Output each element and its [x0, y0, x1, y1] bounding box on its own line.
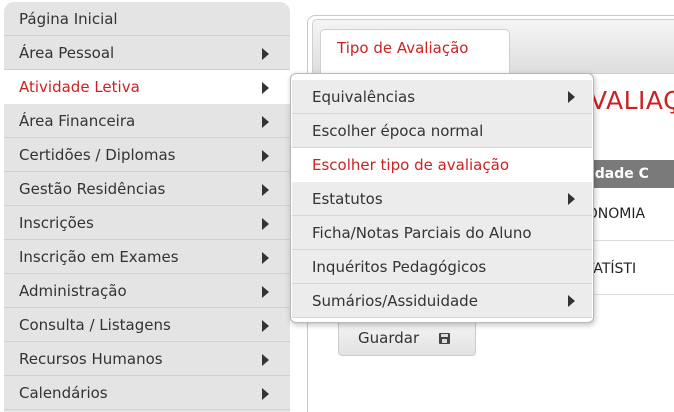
menu-item-certidoes-diplomas[interactable]: Certidões / Diplomas	[4, 138, 290, 172]
menu-item-label: Gestão Residências	[19, 180, 166, 198]
submenu-item-label: Sumários/Assiduidade	[312, 292, 478, 310]
menu-item-calendarios[interactable]: Calendários	[4, 376, 290, 410]
save-button[interactable]: Guardar	[338, 321, 476, 356]
page-heading: VALIAÇ	[590, 86, 674, 115]
chevron-right-icon	[568, 91, 575, 103]
floppy-disk-icon	[439, 333, 450, 344]
menu-item-label: Página Inicial	[19, 10, 118, 28]
submenu-item-sumarios[interactable]: Sumários/Assiduidade	[292, 284, 592, 318]
chevron-right-icon	[262, 116, 269, 128]
menu-item-area-financeira[interactable]: Área Financeira	[4, 104, 290, 138]
chevron-right-icon	[262, 286, 269, 298]
submenu-atividade-letiva: Equivalências Escolher época normal Esco…	[290, 73, 594, 323]
submenu-item-label: Escolher tipo de avaliação	[312, 156, 509, 174]
menu-item-label: Administração	[19, 282, 127, 300]
tab-tipo-de-avaliacao[interactable]: Tipo de Avaliação	[320, 29, 510, 75]
submenu-item-ficha-notas[interactable]: Ficha/Notas Parciais do Aluno	[292, 216, 592, 250]
submenu-item-escolher-epoca-normal[interactable]: Escolher época normal	[292, 114, 592, 148]
menu-item-inscricao-exames[interactable]: Inscrição em Exames	[4, 240, 290, 274]
chevron-right-icon	[568, 193, 575, 205]
chevron-right-icon	[262, 218, 269, 230]
chevron-right-icon	[262, 82, 269, 94]
main-menu: Página Inicial Área Pessoal Atividade Le…	[4, 2, 290, 412]
menu-item-recursos-humanos[interactable]: Recursos Humanos	[4, 342, 290, 376]
menu-item-label: Atividade Letiva	[19, 78, 140, 96]
menu-item-label: Certidões / Diplomas	[19, 146, 176, 164]
menu-item-gestao-residencias[interactable]: Gestão Residências	[4, 172, 290, 206]
menu-item-consulta-listagens[interactable]: Consulta / Listagens	[4, 308, 290, 342]
chevron-right-icon	[262, 252, 269, 264]
menu-item-area-pessoal[interactable]: Área Pessoal	[4, 36, 290, 70]
menu-item-label: Calendários	[19, 384, 108, 402]
submenu-item-equivalencias[interactable]: Equivalências	[292, 80, 592, 114]
menu-item-label: Consulta / Listagens	[19, 316, 171, 334]
menu-item-label: Área Financeira	[19, 112, 136, 130]
chevron-right-icon	[568, 295, 575, 307]
submenu-item-label: Inquéritos Pedagógicos	[312, 258, 487, 276]
chevron-right-icon	[262, 388, 269, 400]
menu-item-label: Inscrições	[19, 214, 94, 232]
chevron-right-icon	[262, 48, 269, 60]
save-button-label: Guardar	[358, 329, 420, 347]
menu-item-label: Área Pessoal	[19, 44, 115, 62]
menu-item-atividade-letiva[interactable]: Atividade Letiva	[4, 70, 290, 104]
chevron-right-icon	[262, 150, 269, 162]
menu-item-administracao[interactable]: Administração	[4, 274, 290, 308]
menu-item-inscricoes[interactable]: Inscrições	[4, 206, 290, 240]
menu-item-label: Recursos Humanos	[19, 350, 163, 368]
submenu-item-label: Escolher época normal	[312, 122, 484, 140]
submenu-item-label: Ficha/Notas Parciais do Aluno	[312, 224, 532, 242]
submenu-item-escolher-tipo-avaliacao[interactable]: Escolher tipo de avaliação	[292, 148, 592, 182]
submenu-item-inqueritos[interactable]: Inquéritos Pedagógicos	[292, 250, 592, 284]
menu-item-pagina-inicial[interactable]: Página Inicial	[4, 2, 290, 36]
menu-item-label: Inscrição em Exames	[19, 248, 179, 266]
chevron-right-icon	[262, 184, 269, 196]
submenu-item-label: Equivalências	[312, 88, 416, 106]
submenu-item-estatutos[interactable]: Estatutos	[292, 182, 592, 216]
chevron-right-icon	[262, 320, 269, 332]
chevron-right-icon	[262, 354, 269, 366]
submenu-item-label: Estatutos	[312, 190, 383, 208]
tab-label: Tipo de Avaliação	[337, 39, 469, 57]
